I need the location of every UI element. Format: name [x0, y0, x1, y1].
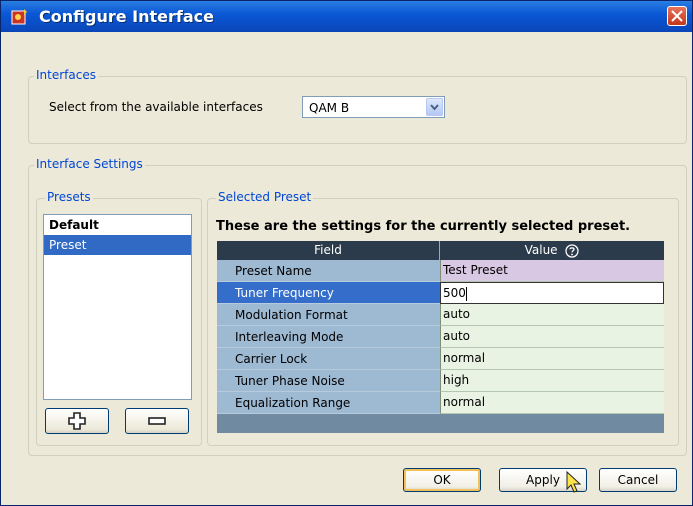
field-cell: Tuner Phase Noise — [217, 370, 440, 392]
value-edit-text: 500 — [443, 286, 466, 300]
table-row[interactable]: Carrier Lock normal — [217, 348, 664, 370]
interface-settings-legend: Interface Settings — [34, 157, 145, 171]
value-column-label: Value — [524, 243, 558, 257]
value-cell[interactable]: normal — [440, 392, 664, 414]
mouse-pointer-icon — [566, 471, 582, 493]
window-title: Configure Interface — [39, 7, 214, 26]
field-cell: Carrier Lock — [217, 348, 440, 370]
configure-interface-dialog: Configure Interface Interfaces Select fr… — [0, 0, 693, 506]
value-cell[interactable]: high — [440, 370, 664, 392]
value-edit-field[interactable]: 500 — [440, 282, 664, 304]
text-caret — [465, 286, 467, 301]
value-column-header: Value — [440, 241, 664, 260]
presets-list[interactable]: Default Preset — [43, 214, 192, 400]
presets-legend: Presets — [45, 190, 93, 204]
table-row[interactable]: Tuner Phase Noise high — [217, 370, 664, 392]
preset-item-preset[interactable]: Preset — [44, 235, 191, 255]
help-icon[interactable] — [565, 243, 580, 258]
remove-preset-button[interactable] — [125, 408, 189, 434]
field-cell: Modulation Format — [217, 304, 440, 326]
selected-preset-heading: These are the settings for the currently… — [216, 219, 631, 234]
plus-icon — [68, 412, 86, 430]
table-row-selected[interactable]: Tuner Frequency 500 — [217, 282, 664, 304]
app-icon — [11, 9, 27, 25]
field-cell: Tuner Frequency — [217, 282, 440, 304]
selected-preset-legend: Selected Preset — [216, 190, 314, 204]
value-cell[interactable]: Test Preset — [440, 260, 664, 282]
title-bar[interactable]: Configure Interface — [1, 1, 692, 32]
ok-button[interactable]: OK — [403, 468, 481, 492]
preset-item-default[interactable]: Default — [44, 215, 191, 235]
field-cell: Preset Name — [217, 260, 440, 282]
cancel-button[interactable]: Cancel — [599, 468, 677, 492]
minus-icon — [148, 417, 166, 425]
field-column-header: Field — [217, 241, 440, 260]
settings-table: Field Value Preset Name Test Preset Tune… — [217, 241, 664, 433]
chevron-down-icon — [430, 104, 439, 111]
interfaces-legend: Interfaces — [34, 68, 98, 82]
dropdown-arrow-button[interactable] — [426, 98, 443, 116]
interface-dropdown[interactable]: QAM B — [302, 96, 445, 118]
table-row[interactable]: Equalization Range normal — [217, 392, 664, 414]
field-cell: Interleaving Mode — [217, 326, 440, 348]
close-icon — [671, 10, 683, 22]
value-cell[interactable]: auto — [440, 304, 664, 326]
add-preset-button[interactable] — [45, 408, 109, 434]
table-row[interactable]: Interleaving Mode auto — [217, 326, 664, 348]
close-button[interactable] — [667, 6, 687, 26]
field-cell: Equalization Range — [217, 392, 440, 414]
value-cell[interactable]: normal — [440, 348, 664, 370]
interface-select-label: Select from the available interfaces — [49, 100, 263, 114]
table-row[interactable]: Preset Name Test Preset — [217, 260, 664, 282]
value-cell[interactable]: auto — [440, 326, 664, 348]
interface-dropdown-value: QAM B — [309, 101, 350, 115]
table-row[interactable]: Modulation Format auto — [217, 304, 664, 326]
